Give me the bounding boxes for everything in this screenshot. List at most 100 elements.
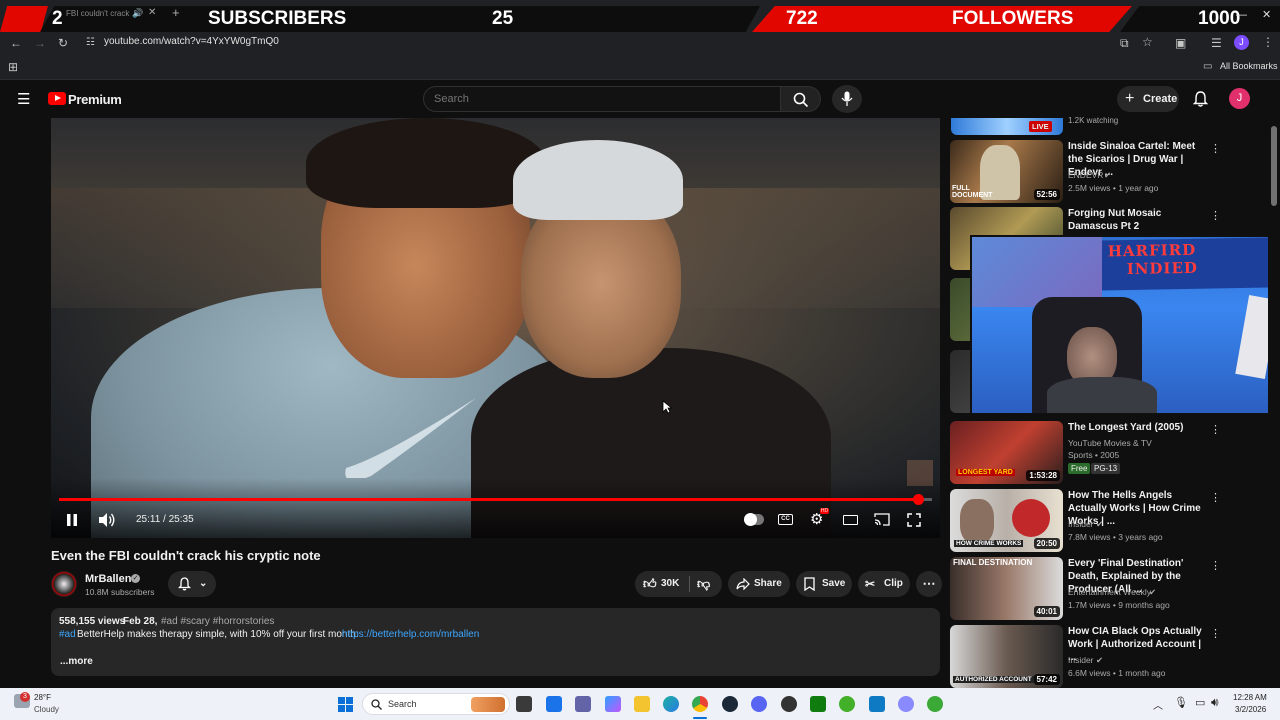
calendar-app-icon[interactable] — [546, 696, 562, 712]
rec-thumbnail[interactable]: LONGEST YARD 1:53:28 — [950, 421, 1063, 484]
photos-icon[interactable] — [869, 696, 885, 712]
voice-search-button[interactable] — [832, 85, 862, 113]
hashtags[interactable]: #ad #scary #horrorstories — [161, 616, 274, 627]
tray-network-icon[interactable]: ▭ — [1195, 696, 1205, 709]
rec-item[interactable]: FULL DOCUMENT 52:56 Inside Sinaloa Cartel… — [950, 140, 1270, 203]
rec-channel[interactable]: Insider — [1068, 519, 1094, 529]
teams-icon[interactable] — [575, 696, 591, 712]
like-icon[interactable]: 👍︎ — [643, 571, 657, 597]
subscribed-button[interactable]: ⌄ — [168, 571, 216, 597]
create-button[interactable]: + Create — [1117, 86, 1179, 112]
close-window-icon[interactable]: ✕ — [1262, 8, 1271, 21]
rec-item[interactable]: HOW CRIME WORKS 20:50 How The Hells Ange… — [950, 489, 1270, 552]
rec-menu-icon[interactable]: ⋮ — [1210, 209, 1221, 222]
dislike-icon[interactable]: 👎︎ — [697, 571, 710, 597]
description-link[interactable]: https://betterhelp.com/mrballen — [342, 629, 479, 640]
apps-grid-icon[interactable]: ⊞ — [8, 60, 18, 74]
save-button[interactable]: Save — [796, 571, 852, 597]
rec-item[interactable]: FINAL DESTINATION 40:01 Every 'Final Des… — [950, 557, 1270, 620]
sidebar-scrollbar[interactable] — [1271, 126, 1277, 206]
show-more-link[interactable]: ...more — [60, 656, 93, 667]
channel-avatar[interactable] — [51, 571, 77, 597]
profile-avatar[interactable]: J — [1234, 35, 1249, 50]
video-player[interactable]: 25:11 / 25:35 CC ⚙ HD — [51, 118, 940, 538]
taskbar-search[interactable]: Search — [362, 693, 510, 715]
chrome-menu-icon[interactable]: ⋮ — [1262, 35, 1274, 49]
desc-hashtag[interactable]: #ad — [59, 629, 76, 640]
tray-chevron-up-icon[interactable]: ︿ — [1153, 697, 1163, 712]
notifications-bell-icon[interactable] — [1193, 91, 1208, 107]
account-avatar[interactable]: J — [1229, 88, 1250, 109]
volume-icon[interactable] — [98, 512, 116, 528]
rec-channel[interactable]: Entertainment Weekly — [1068, 587, 1151, 597]
tab-search-icon[interactable]: ☰ — [1211, 36, 1222, 50]
clock-time[interactable]: 12:28 AM — [1233, 693, 1267, 702]
progress-bar[interactable] — [59, 494, 932, 505]
cast-icon[interactable] — [874, 513, 890, 526]
tab-close-icon[interactable]: ✕ — [148, 7, 156, 18]
game-app-icon[interactable] — [839, 696, 855, 712]
url-text[interactable]: youtube.com/watch?v=4YxYW0gTmQ0 — [104, 36, 279, 47]
rec-menu-icon[interactable]: ⋮ — [1210, 491, 1221, 504]
extensions-icon[interactable]: ▣ — [1175, 36, 1186, 50]
subtitles-icon[interactable]: CC — [778, 514, 793, 525]
rec-thumbnail[interactable]: HOW CRIME WORKS 20:50 — [950, 489, 1063, 552]
youtube-premium-logo[interactable]: Premium — [68, 92, 122, 107]
pause-icon[interactable] — [65, 513, 79, 527]
rec-live-item[interactable]: LIVE 1.2K watching — [950, 116, 1270, 135]
edge-icon[interactable] — [663, 696, 679, 712]
more-actions-icon[interactable]: ⋯ — [916, 571, 942, 597]
xbox-icon[interactable] — [810, 696, 826, 712]
file-explorer-icon[interactable] — [634, 696, 650, 712]
clock-date[interactable]: 3/2/2026 — [1235, 705, 1266, 714]
task-view-icon[interactable] — [516, 696, 532, 712]
tray-volume-icon[interactable]: 🔊︎ — [1211, 695, 1219, 710]
chrome-icon[interactable] — [692, 696, 708, 712]
app-icon[interactable] — [927, 696, 943, 712]
tray-mic-icon[interactable]: 🎙︎ — [1174, 696, 1188, 709]
bookmark-star-icon[interactable]: ☆ — [1142, 35, 1153, 49]
autoplay-toggle[interactable] — [744, 513, 764, 526]
install-icon[interactable]: ⧉ — [1120, 36, 1129, 50]
description-box[interactable]: 558,155 views Feb 28, #ad #scary #horror… — [51, 608, 940, 676]
channel-name[interactable]: MrBallen — [85, 573, 131, 585]
discord-icon[interactable] — [751, 696, 767, 712]
share-button[interactable]: Share — [728, 571, 790, 597]
rec-menu-icon[interactable]: ⋮ — [1210, 423, 1221, 436]
minimize-icon[interactable]: — — [1236, 9, 1247, 21]
site-info-icon[interactable]: ☷ — [86, 36, 95, 50]
back-icon[interactable]: ← — [10, 36, 22, 50]
rec-menu-icon[interactable]: ⋮ — [1210, 142, 1221, 155]
rec-item[interactable]: LONGEST YARD 1:53:28 The Longest Yard (2… — [950, 421, 1270, 484]
reload-icon[interactable]: ↻ — [58, 36, 68, 50]
youtube-logo-icon[interactable] — [48, 92, 66, 105]
weather-condition[interactable]: Cloudy — [34, 705, 59, 714]
rec-menu-icon[interactable]: ⋮ — [1210, 627, 1221, 640]
miniplayer-icon[interactable] — [843, 515, 858, 525]
search-button[interactable] — [781, 86, 821, 112]
like-count[interactable]: 30K — [661, 571, 679, 597]
steam-icon[interactable] — [722, 696, 738, 712]
rec-channel[interactable]: ENDEVR — [1068, 170, 1103, 180]
forward-icon[interactable]: → — [34, 36, 46, 50]
streaming-app-icon[interactable] — [898, 696, 914, 712]
copilot-icon[interactable] — [605, 696, 621, 712]
all-bookmarks[interactable]: All Bookmarks — [1220, 61, 1278, 71]
rec-thumbnail[interactable]: FULL DOCUMENT 52:56 — [950, 140, 1063, 203]
progress-scrubber[interactable] — [912, 494, 924, 505]
rec-menu-icon[interactable]: ⋮ — [1210, 559, 1221, 572]
hamburger-menu-icon[interactable]: ☰ — [17, 90, 30, 108]
new-tab-icon[interactable]: + — [172, 5, 180, 20]
rec-thumbnail[interactable]: FINAL DESTINATION 40:01 — [950, 557, 1063, 620]
rec-channel[interactable]: YouTube Movies & TV — [1068, 438, 1152, 448]
fullscreen-icon[interactable] — [907, 513, 921, 527]
search-input[interactable] — [434, 91, 764, 107]
weather-temp[interactable]: 28°F — [34, 693, 51, 702]
rec-thumbnail[interactable]: AUTHORIZED ACCOUNT 57:42 — [950, 625, 1063, 688]
rec-item[interactable]: AUTHORIZED ACCOUNT 57:42 How CIA Black O… — [950, 625, 1270, 688]
windows-start-icon[interactable] — [338, 697, 353, 712]
rec-channel[interactable]: Insider — [1068, 655, 1094, 665]
search-box[interactable] — [423, 86, 781, 112]
clip-button[interactable]: ✂ Clip — [858, 571, 910, 597]
obs-icon[interactable] — [781, 696, 797, 712]
